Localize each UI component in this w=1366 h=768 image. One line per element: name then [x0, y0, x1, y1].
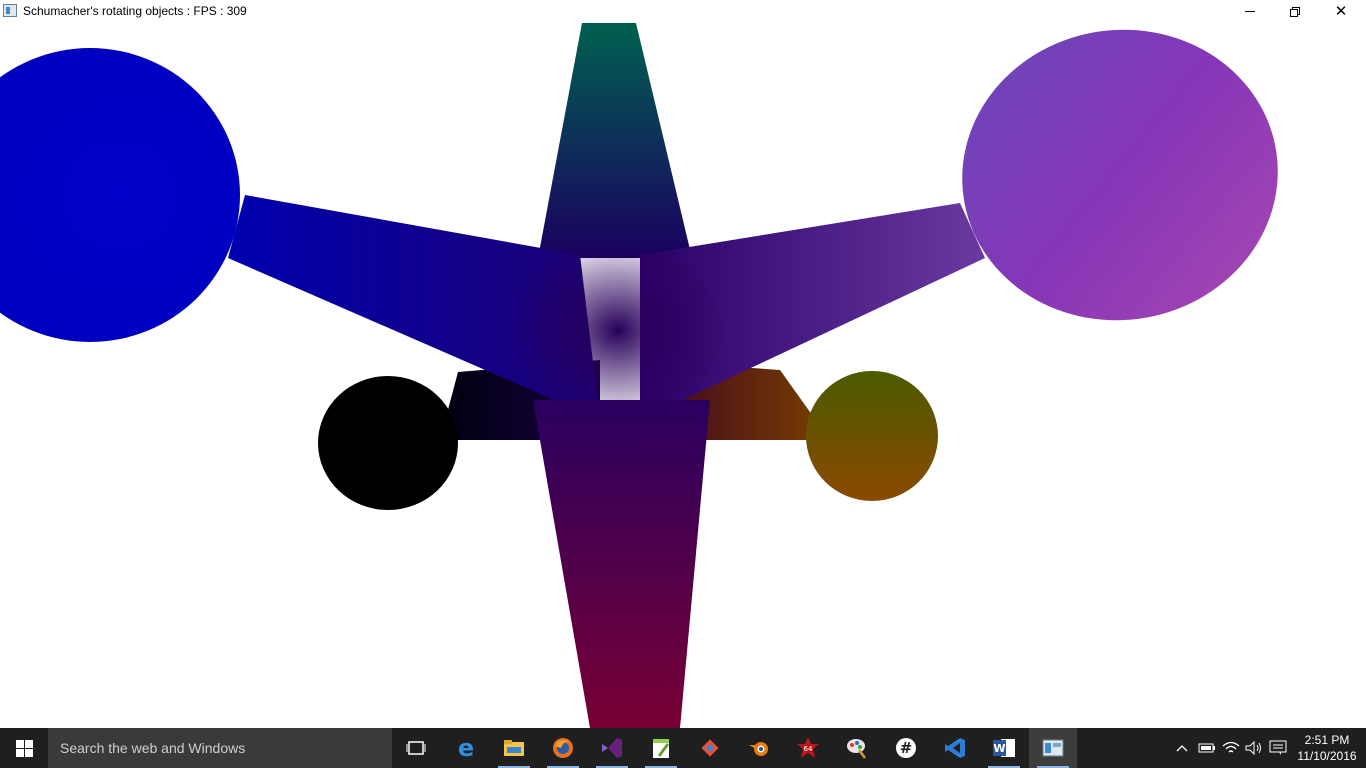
right-sphere [962, 29, 1278, 321]
word-icon: W [993, 739, 1015, 757]
show-hidden-icons-button[interactable] [1172, 728, 1192, 768]
volume-icon [1245, 741, 1261, 755]
slack-icon: # [896, 738, 916, 758]
git-button[interactable] [686, 728, 734, 768]
svg-text:#: # [900, 739, 913, 757]
app-64-button[interactable]: 64 [784, 728, 832, 768]
task-view-icon [406, 741, 426, 755]
close-icon: ✕ [1334, 3, 1348, 20]
slack-button[interactable]: # [882, 728, 930, 768]
folder-icon [504, 740, 524, 756]
blender-button[interactable] [735, 728, 783, 768]
visual-studio-icon [602, 738, 622, 758]
vs-code-button[interactable] [931, 728, 979, 768]
close-button[interactable]: ✕ [1318, 0, 1364, 23]
edge-button[interactable]: e [442, 728, 490, 768]
notepad-plus-button[interactable] [637, 728, 685, 768]
back-right-sphere [806, 371, 938, 501]
top-arm [538, 23, 692, 258]
firefox-button[interactable] [539, 728, 587, 768]
svg-text:W: W [993, 742, 1005, 755]
svg-text:64: 64 [804, 745, 813, 753]
action-center-icon [1269, 740, 1287, 755]
rotating-objects-icon [1042, 739, 1064, 757]
title-bar: Schumacher's rotating objects : FPS : 30… [0, 0, 1366, 23]
battery-button[interactable] [1196, 728, 1218, 768]
app-icon [3, 4, 17, 17]
wifi-button[interactable] [1220, 728, 1242, 768]
render-canvas [0, 23, 1278, 728]
edge-icon: e [457, 734, 475, 762]
app-64-icon: 64 [797, 737, 819, 758]
paint-button[interactable] [833, 728, 881, 768]
start-button[interactable] [0, 728, 48, 768]
git-icon [701, 739, 719, 757]
file-explorer-button[interactable] [490, 728, 538, 768]
search-placeholder: Search the web and Windows [60, 740, 246, 756]
task-view-button[interactable] [392, 728, 440, 768]
restore-icon [1290, 6, 1300, 17]
battery-icon [1198, 743, 1215, 753]
notifications-button[interactable] [1267, 728, 1289, 768]
paint-icon [847, 739, 866, 759]
clock-time: 2:51 PM [1304, 733, 1350, 747]
chevron-up-icon [1176, 745, 1188, 752]
wifi-icon [1222, 741, 1240, 753]
restore-button[interactable] [1272, 0, 1318, 23]
minimize-icon [1245, 11, 1255, 12]
notepad-icon [653, 739, 669, 758]
center-hub [508, 235, 728, 425]
visual-studio-button[interactable] [588, 728, 636, 768]
clock-date: 11/10/2016 [1297, 749, 1357, 763]
firefox-icon [553, 738, 573, 758]
clock[interactable]: 2:51 PM 11/10/2016 [1292, 732, 1362, 764]
taskbar: Search the web and Windows e 64 # W 2:51… [0, 728, 1366, 768]
word-button[interactable]: W [980, 728, 1028, 768]
vs-code-icon [945, 738, 965, 758]
back-left-sphere [318, 376, 458, 510]
volume-button[interactable] [1243, 728, 1265, 768]
left-sphere [0, 48, 240, 342]
blender-icon [749, 742, 768, 756]
search-box[interactable]: Search the web and Windows [48, 728, 392, 768]
app-window: Schumacher's rotating objects : FPS : 30… [0, 0, 1366, 728]
minimize-button[interactable] [1227, 0, 1273, 23]
window-title: Schumacher's rotating objects : FPS : 30… [23, 4, 247, 18]
bottom-arm [533, 400, 710, 728]
rotating-objects-button[interactable] [1029, 728, 1077, 768]
windows-logo-icon [15, 739, 33, 757]
